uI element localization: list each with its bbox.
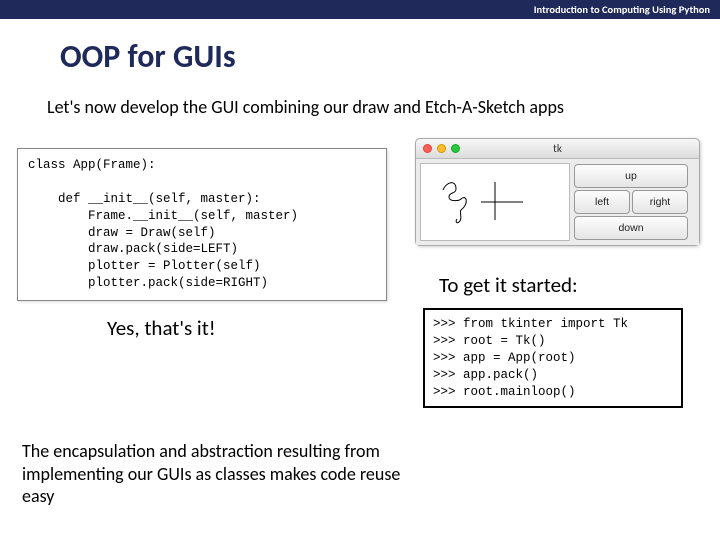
tk-window-body: up left right down	[416, 159, 699, 245]
zoom-icon	[451, 144, 460, 153]
tk-titlebar: tk	[416, 139, 699, 159]
plotter-buttons: up left right down	[574, 163, 688, 241]
intro-text: Let's now develop the GUI combining our …	[47, 96, 720, 118]
draw-canvas	[420, 163, 570, 241]
content-area: class App(Frame): def __init__(self, mas…	[0, 148, 720, 408]
left-button[interactable]: left	[574, 190, 630, 214]
minimize-icon	[437, 144, 446, 153]
down-button[interactable]: down	[574, 216, 688, 240]
conclusion-text: The encapsulation and abstraction result…	[22, 440, 422, 508]
left-column: class App(Frame): def __init__(self, mas…	[17, 148, 387, 341]
code-block-class: class App(Frame): def __init__(self, mas…	[17, 148, 387, 301]
tk-window-screenshot: tk up left right down	[415, 138, 700, 246]
repl-code-block: >>> from tkinter import Tk >>> root = Tk…	[423, 308, 683, 408]
slide-title: OOP for GUIs	[60, 37, 720, 76]
right-column: tk up left right down To get it started:	[415, 148, 705, 408]
to-get-started-text: To get it started:	[439, 272, 705, 298]
right-button[interactable]: right	[632, 190, 688, 214]
header-bar: Introduction to Computing Using Python	[0, 0, 720, 19]
yes-thats-it-text: Yes, that's it!	[107, 315, 387, 341]
up-button[interactable]: up	[574, 164, 688, 188]
squiggle-drawing	[421, 164, 571, 242]
close-icon	[423, 144, 432, 153]
window-controls	[423, 144, 460, 153]
